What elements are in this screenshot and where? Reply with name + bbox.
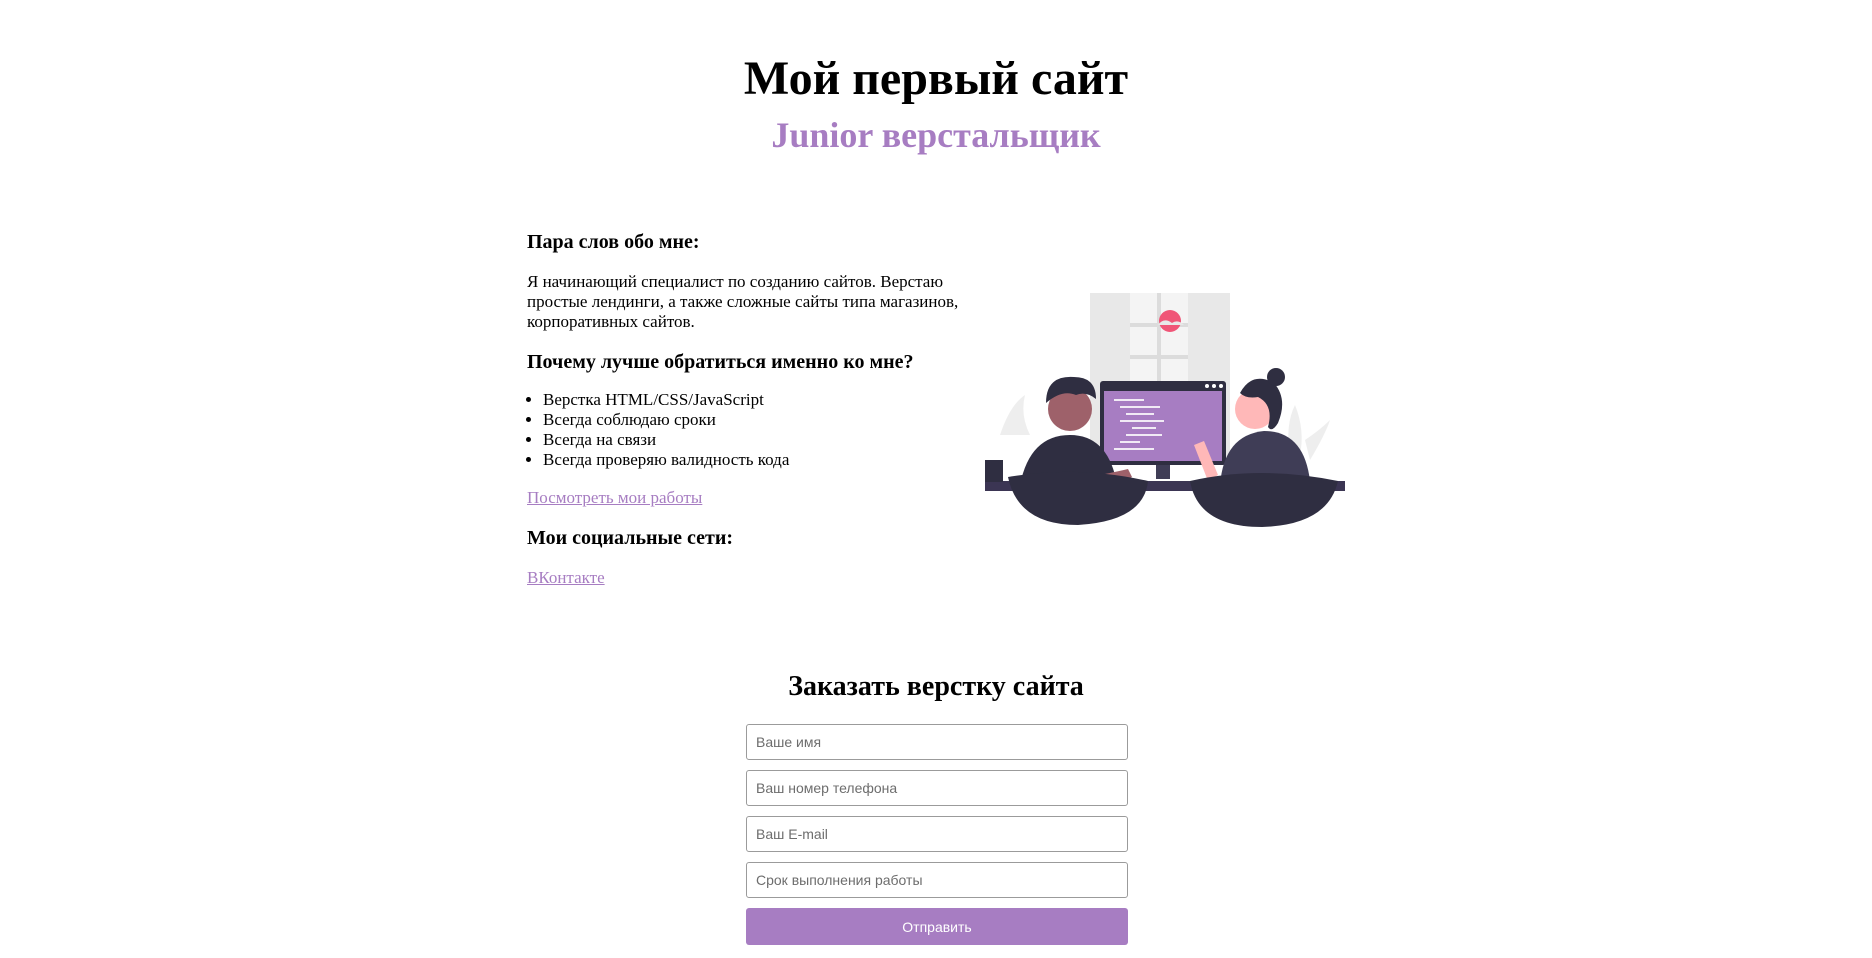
social-heading: Мои социальные сети: [527,527,734,549]
list-item: Всегда проверяю валидность кода [543,450,987,470]
list-item: Всегда соблюдаю сроки [543,410,987,430]
submit-button[interactable]: Отправить [746,908,1128,945]
order-form: Отправить [746,724,1128,945]
list-item: Всегда на связи [543,430,987,450]
social-links-row: ВКонтакте [527,568,987,588]
reasons-list: Верстка HTML/CSS/JavaScript Всегда соблю… [527,390,987,470]
order-heading: Заказать верстку сайта [788,671,1084,702]
order-section: Заказать верстку сайта [0,670,1872,704]
name-input[interactable] [746,724,1128,760]
vk-link[interactable]: ВКонтакте [527,568,605,587]
developers-illustration-icon [985,293,1345,527]
page-subtitle: Junior верстальщик [771,115,1101,155]
view-works-link[interactable]: Посмотреть мои работы [527,488,702,507]
page-title: Мой первый сайт [743,52,1129,105]
list-item: Верстка HTML/CSS/JavaScript [543,390,987,410]
deadline-input[interactable] [746,862,1128,898]
about-heading: Пара слов обо мне: [527,231,700,253]
why-me-heading: Почему лучше обратиться именно ко мне? [527,351,914,373]
email-input[interactable] [746,816,1128,852]
about-section: Пара слов обо мне: Я начинающий специали… [527,230,987,588]
page: Мой первый сайт Junior верстальщик Пара … [0,0,1872,958]
hero-header: Мой первый сайт Junior верстальщик [0,50,1872,156]
phone-input[interactable] [746,770,1128,806]
about-text: Я начинающий специалист по созданию сайт… [527,272,959,331]
works-link-row: Посмотреть мои работы [527,488,987,508]
